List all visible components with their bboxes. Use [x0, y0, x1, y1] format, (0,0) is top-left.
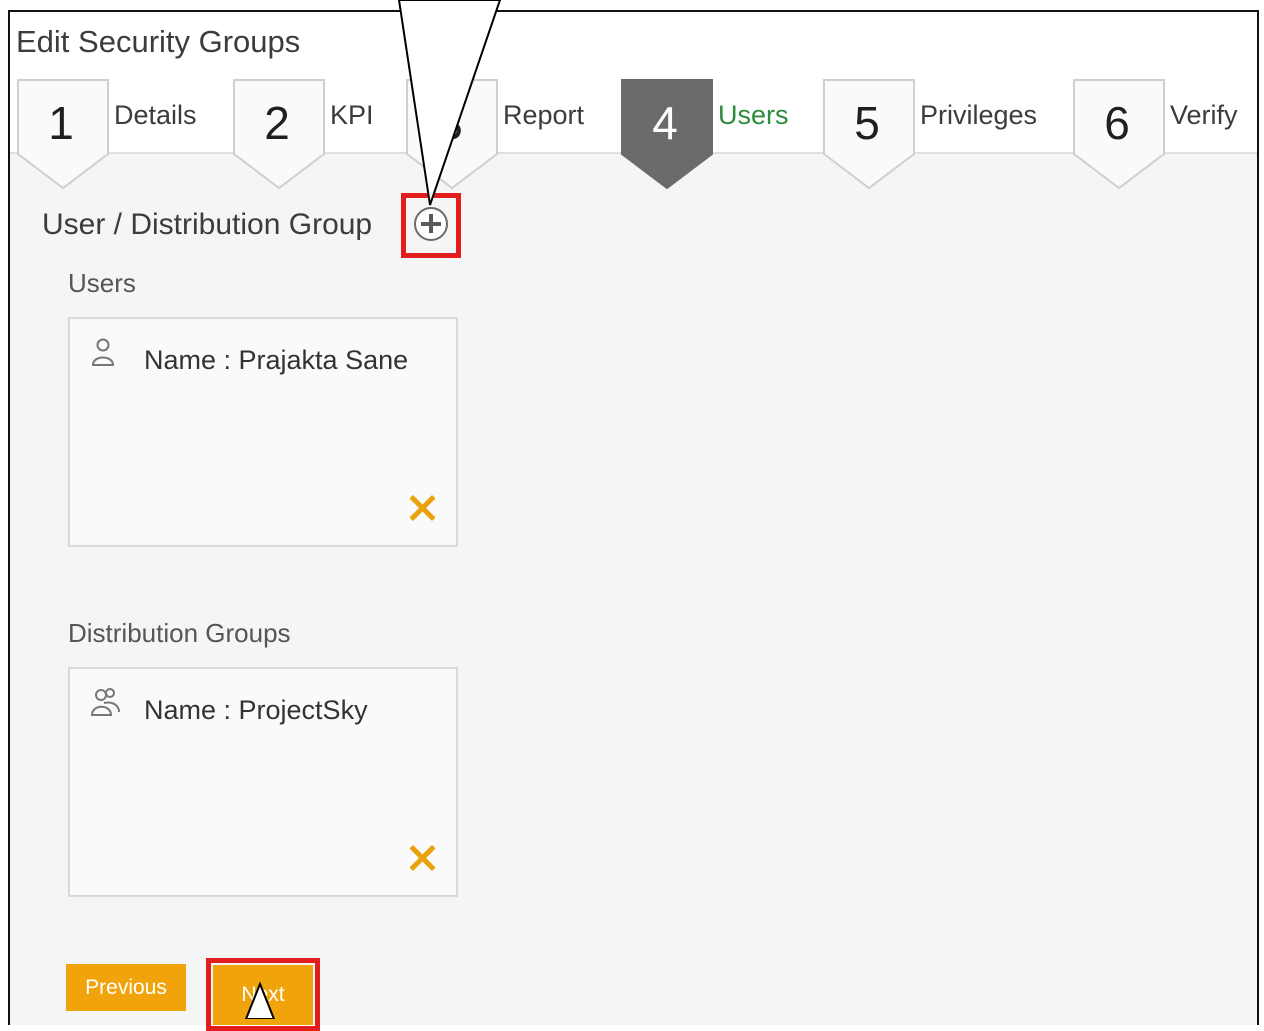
- step-number: 4: [652, 97, 678, 149]
- distribution-groups-label: Distribution Groups: [68, 618, 291, 648]
- step-label: Report: [503, 100, 585, 130]
- users-label: Users: [68, 268, 136, 298]
- step-label: Users: [718, 100, 789, 130]
- step-number: 6: [1104, 97, 1130, 149]
- remove-user-icon[interactable]: [405, 491, 439, 525]
- previous-button[interactable]: Previous: [66, 964, 186, 1011]
- remove-group-icon[interactable]: [405, 841, 439, 875]
- step-number: 5: [854, 97, 880, 149]
- step-label: Verify: [1170, 100, 1238, 130]
- user-card: Name : Prajakta Sane: [68, 317, 458, 547]
- title-bar: Edit Security Groups: [10, 12, 1257, 74]
- add-highlight-box: [401, 193, 461, 258]
- step-number: 2: [264, 97, 290, 149]
- step-label: Details: [114, 100, 197, 130]
- group-name: Name : ProjectSky: [144, 695, 368, 725]
- step-label: Privileges: [920, 100, 1038, 130]
- group-icon: [90, 688, 120, 716]
- user-name: Name : Prajakta Sane: [144, 345, 409, 375]
- section-title: User / Distribution Group: [42, 208, 373, 241]
- step-number: 1: [48, 97, 74, 149]
- page-title: Edit Security Groups: [16, 24, 301, 59]
- edit-security-groups-panel: Edit Security Groups 1 Details 2 KPI 3 R…: [8, 10, 1259, 1031]
- step-number: 3: [437, 97, 463, 149]
- next-button[interactable]: Next: [213, 965, 313, 1025]
- distribution-group-card: Name : ProjectSky: [68, 667, 458, 897]
- user-icon: [91, 338, 115, 366]
- add-circle-icon[interactable]: [414, 207, 448, 241]
- step-label: KPI: [330, 100, 374, 130]
